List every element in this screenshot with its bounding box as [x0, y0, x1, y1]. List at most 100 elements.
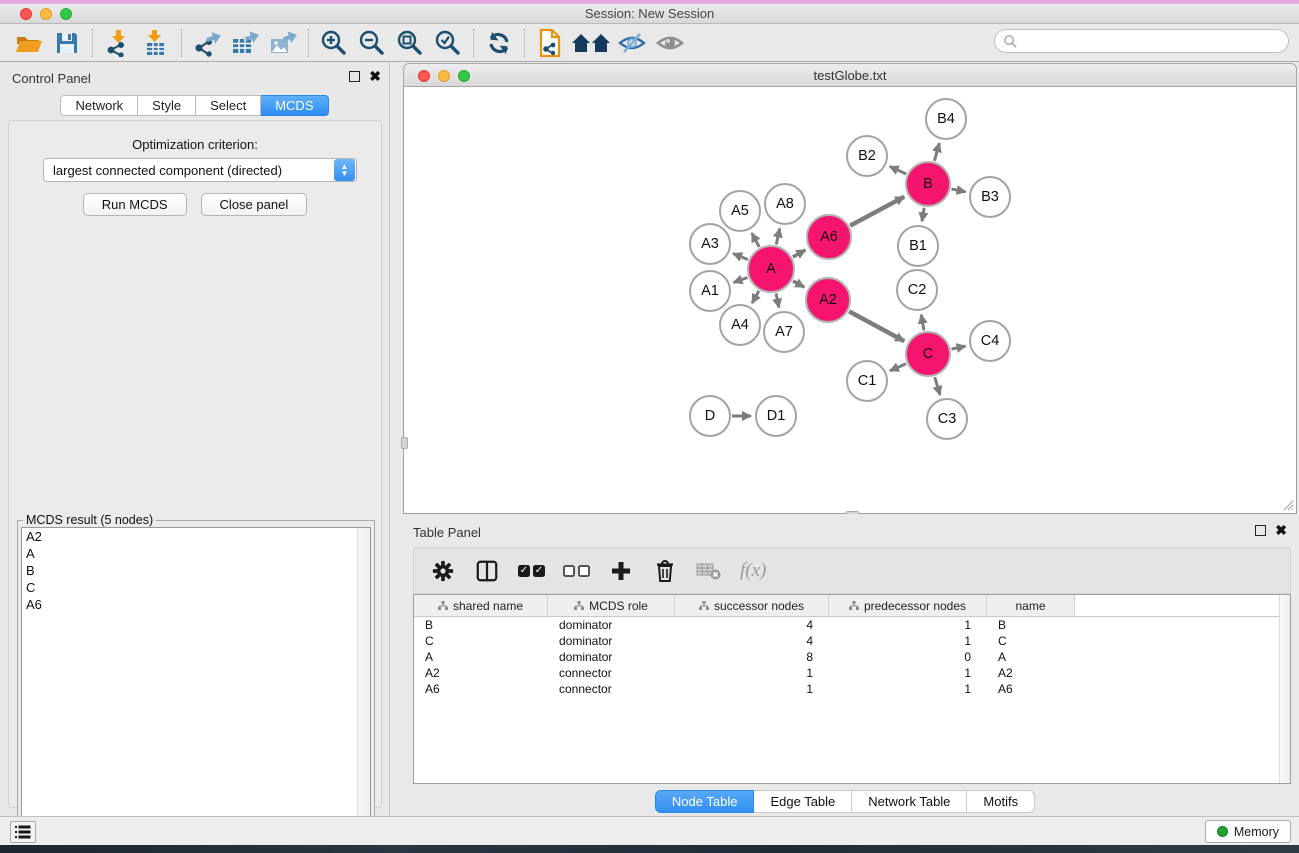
network-canvas[interactable]: AA1A2A3A4A5A6A7A8BB1B2B3B4CC1C2C3C4DD1 [403, 87, 1297, 514]
tab-node-table[interactable]: Node Table [655, 790, 755, 813]
graph-node-C[interactable]: C [905, 331, 951, 377]
tab-style[interactable]: Style [138, 95, 196, 116]
mcds-result-item[interactable]: A [22, 545, 370, 562]
export-table-button[interactable] [226, 27, 264, 59]
tab-edge-table[interactable]: Edge Table [754, 790, 852, 813]
splitter-grip-left[interactable] [401, 437, 408, 449]
edge-B-B2[interactable] [890, 166, 906, 174]
column-header-predecessor[interactable]: predecessor nodes [829, 595, 987, 616]
zoom-selected-button[interactable] [429, 27, 467, 59]
zoom-in-button[interactable] [315, 27, 353, 59]
deselect-all-columns-button[interactable] [563, 556, 590, 586]
graph-node-C1[interactable]: C1 [846, 360, 888, 402]
criterion-dropdown[interactable]: largest connected component (directed) ▲… [43, 158, 357, 182]
run-mcds-button[interactable]: Run MCDS [83, 193, 187, 216]
edge-A-A6[interactable] [793, 250, 805, 257]
mcds-result-item[interactable]: A2 [22, 528, 370, 545]
export-image-button[interactable] [264, 27, 302, 59]
edge-A6-B[interactable] [850, 197, 904, 226]
tab-network-table[interactable]: Network Table [852, 790, 967, 813]
table-row[interactable]: Cdominator41C [414, 633, 1290, 649]
column-header-shared_name[interactable]: shared name [414, 595, 548, 616]
graph-node-A5[interactable]: A5 [719, 190, 761, 232]
mcds-result-item[interactable]: A6 [22, 596, 370, 613]
settings-gear-button[interactable] [430, 556, 456, 586]
graph-node-B[interactable]: B [905, 161, 951, 207]
table-scrollbar[interactable] [1279, 595, 1290, 783]
graph-node-B3[interactable]: B3 [969, 176, 1011, 218]
export-network-button[interactable] [188, 27, 226, 59]
table-row[interactable]: A2connector11A2 [414, 665, 1290, 681]
show-panels-list-button[interactable] [10, 821, 36, 843]
edge-A-A3[interactable] [733, 253, 748, 259]
edge-A-A1[interactable] [734, 277, 748, 282]
graph-node-B2[interactable]: B2 [846, 135, 888, 177]
edge-B-B4[interactable] [934, 143, 939, 161]
edge-A-A4[interactable] [752, 291, 759, 303]
mcds-result-item[interactable]: C [22, 579, 370, 596]
tab-network[interactable]: Network [60, 95, 138, 116]
graph-node-A2[interactable]: A2 [805, 277, 851, 323]
tab-select[interactable]: Select [196, 95, 261, 116]
minimize-window-button[interactable] [40, 8, 52, 20]
select-all-columns-button[interactable]: ✓ ✓ [518, 556, 545, 586]
zoom-fit-button[interactable] [391, 27, 429, 59]
graph-node-A6[interactable]: A6 [806, 214, 852, 260]
import-network-button[interactable] [99, 27, 137, 59]
graph-node-B1[interactable]: B1 [897, 225, 939, 267]
network-window-titlebar[interactable]: testGlobe.txt [403, 63, 1297, 87]
network-from-file-button[interactable] [531, 27, 569, 59]
list-scrollbar[interactable] [357, 528, 370, 851]
edge-C-C2[interactable] [921, 315, 924, 331]
graph-node-D1[interactable]: D1 [755, 395, 797, 437]
network-zoom-button[interactable] [458, 70, 470, 82]
tab-motifs[interactable]: Motifs [967, 790, 1035, 813]
add-column-button[interactable] [608, 556, 634, 586]
import-table-button[interactable] [137, 27, 175, 59]
zoom-out-button[interactable] [353, 27, 391, 59]
edge-B-B3[interactable] [951, 189, 965, 192]
float-table-panel-icon[interactable] [1255, 525, 1266, 536]
close-window-button[interactable] [20, 8, 32, 20]
hide-selected-button[interactable] [613, 27, 651, 59]
edge-C-C4[interactable] [951, 346, 965, 349]
column-header-mcds_role[interactable]: MCDS role [548, 595, 675, 616]
edge-C-C3[interactable] [935, 377, 940, 395]
table-row[interactable]: Adominator80A [414, 649, 1290, 665]
window-resize-grip[interactable] [1282, 499, 1294, 511]
node-table[interactable]: shared nameMCDS rolesuccessor nodesprede… [413, 594, 1291, 784]
search-input[interactable] [994, 29, 1289, 53]
edge-C-C1[interactable] [890, 364, 906, 371]
mcds-result-item[interactable]: B [22, 562, 370, 579]
zoom-window-button[interactable] [60, 8, 72, 20]
close-panel-icon[interactable]: ✖ [369, 71, 381, 82]
close-table-panel-icon[interactable]: ✖ [1275, 525, 1287, 536]
graph-node-A[interactable]: A [747, 245, 795, 293]
edge-A-A2[interactable] [793, 281, 804, 287]
edge-A-A7[interactable] [776, 293, 779, 307]
network-close-button[interactable] [418, 70, 430, 82]
graph-node-A8[interactable]: A8 [764, 183, 806, 225]
delete-column-button[interactable] [652, 556, 678, 586]
graph-node-D[interactable]: D [689, 395, 731, 437]
column-header-name[interactable]: name [987, 595, 1075, 616]
open-file-button[interactable] [10, 27, 48, 59]
float-panel-icon[interactable] [349, 71, 360, 82]
table-row[interactable]: Bdominator41B [414, 617, 1290, 633]
edge-A-A5[interactable] [752, 233, 759, 247]
memory-button[interactable]: Memory [1205, 820, 1291, 843]
edge-A2-C[interactable] [849, 311, 904, 341]
column-header-successor[interactable]: successor nodes [675, 595, 829, 616]
close-panel-button[interactable]: Close panel [201, 193, 308, 216]
table-row[interactable]: A6connector11A6 [414, 681, 1290, 697]
network-minimize-button[interactable] [438, 70, 450, 82]
graph-node-C2[interactable]: C2 [896, 269, 938, 311]
graph-node-B4[interactable]: B4 [925, 98, 967, 140]
column-view-button[interactable] [474, 556, 500, 586]
tab-mcds[interactable]: MCDS [261, 95, 328, 116]
graph-node-C4[interactable]: C4 [969, 320, 1011, 362]
graph-node-A4[interactable]: A4 [719, 304, 761, 346]
edge-B-B1[interactable] [922, 208, 924, 222]
save-session-button[interactable] [48, 27, 86, 59]
graph-node-C3[interactable]: C3 [926, 398, 968, 440]
